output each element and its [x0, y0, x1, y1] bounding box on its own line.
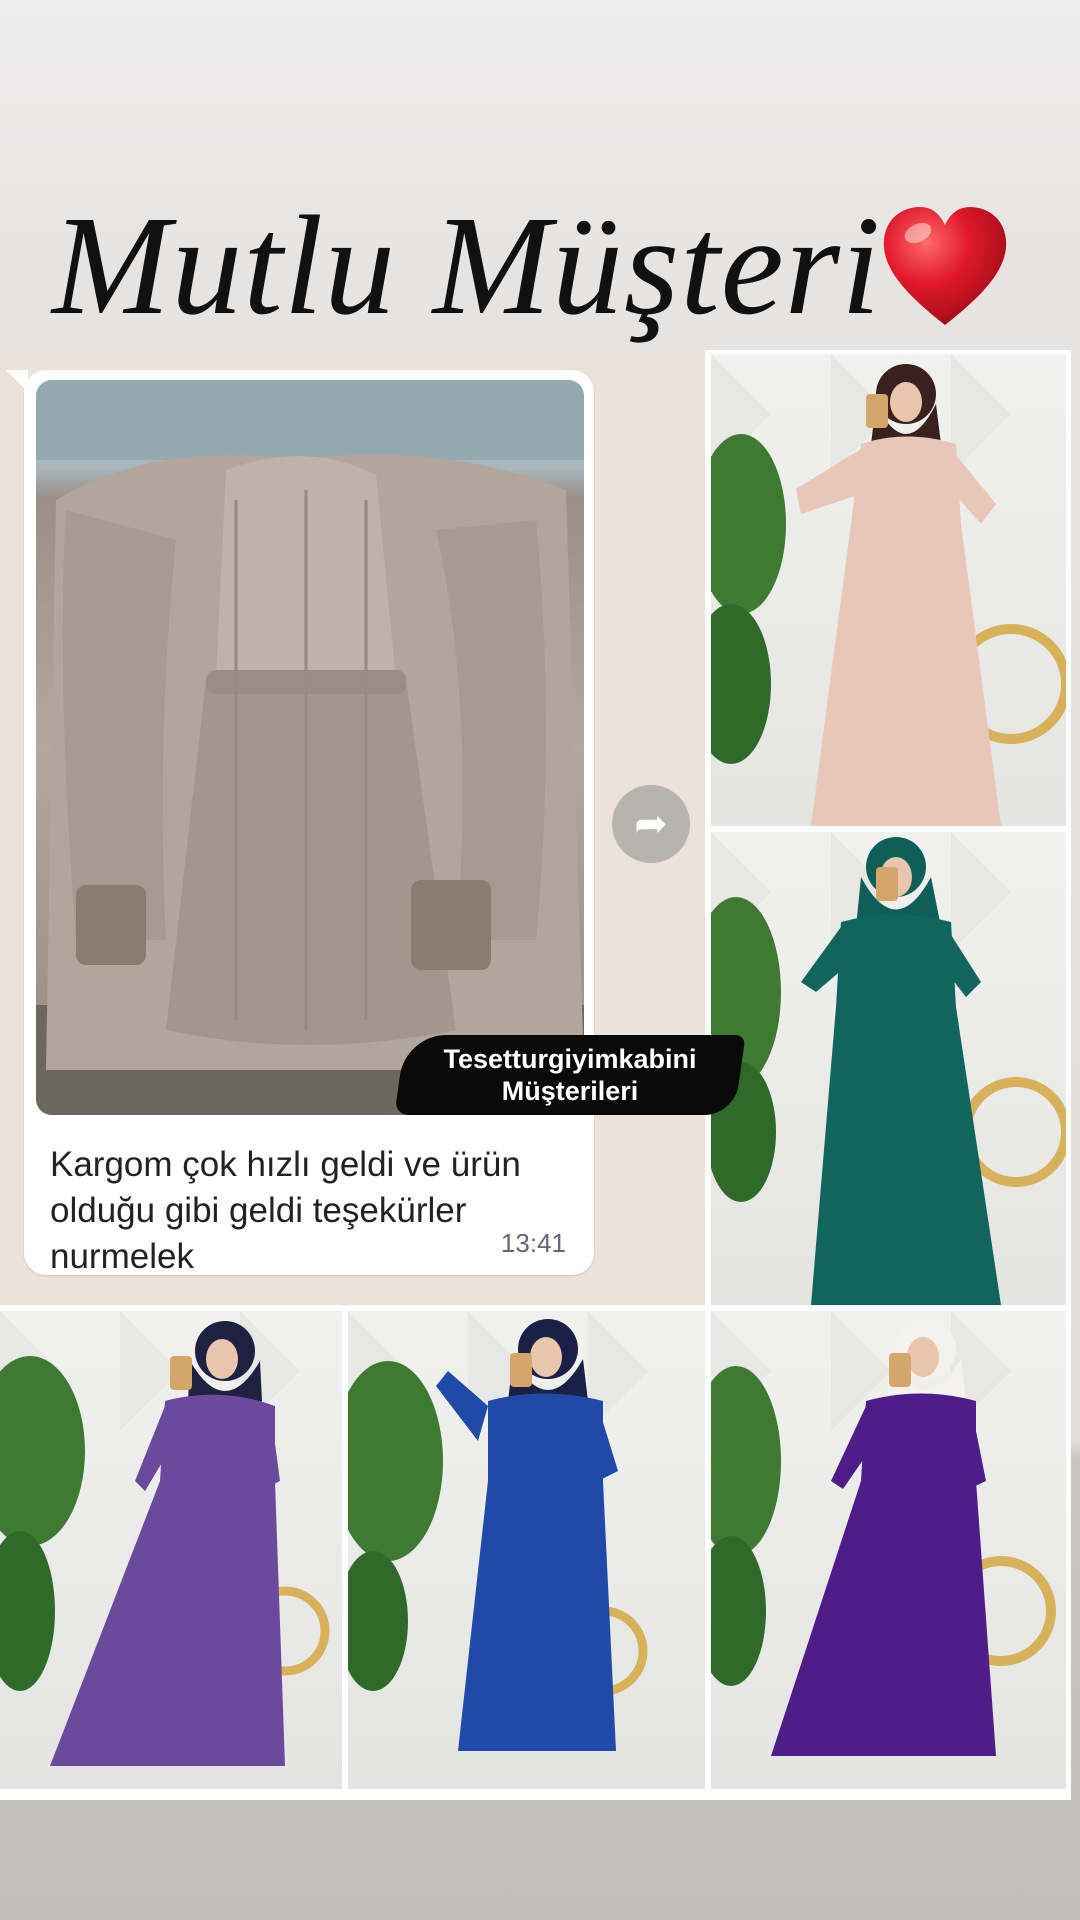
model-in-green-dress — [711, 832, 1066, 1305]
model-in-purple-dress — [0, 1311, 330, 1766]
brand-watermark: Tesetturgiyimkabini Müşterileri — [394, 1025, 746, 1125]
message-bubble: Kargom çok hızlı geldi ve ürün olduğu gi… — [24, 370, 594, 1276]
folded-dress-image — [36, 380, 584, 1115]
page-title: Mutlu Müşteri — [52, 186, 882, 344]
product-photo-4[interactable] — [348, 1311, 705, 1789]
heart-emoji-icon — [883, 207, 1007, 325]
model-in-blue-dress — [348, 1311, 648, 1751]
watermark-line-2: Müşterileri — [501, 1076, 639, 1106]
product-photo-5[interactable] — [711, 1311, 1066, 1789]
message-text: Kargom çok hızlı geldi ve ürün olduğu gi… — [50, 1145, 521, 1276]
product-photo-1[interactable] — [711, 354, 1066, 826]
product-photo-3[interactable] — [0, 1311, 342, 1789]
customer-collage: Kargom çok hızlı geldi ve ürün olduğu gi… — [0, 350, 1071, 1800]
model-in-beige-dress — [711, 354, 1066, 826]
watermark-line-1: Tesetturgiyimkabini — [443, 1044, 697, 1074]
forward-arrow-icon[interactable]: ➦ — [612, 785, 690, 863]
message-time: 13:41 — [500, 1228, 566, 1258]
model-in-violet-dress — [711, 1311, 1056, 1756]
chat-screenshot: Kargom çok hızlı geldi ve ürün olduğu gi… — [0, 350, 705, 1305]
customer-dress-photo[interactable] — [36, 380, 584, 1115]
product-photo-2[interactable] — [711, 832, 1066, 1305]
